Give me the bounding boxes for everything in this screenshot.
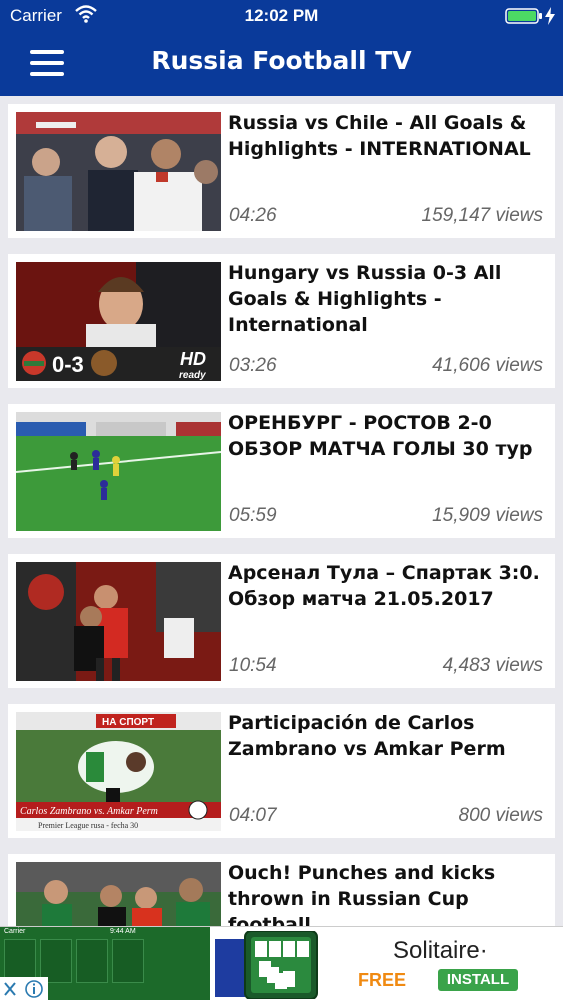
video-title: Russia vs Chile - All Goals & Highlights… xyxy=(228,112,531,160)
video-views: 41,606 views xyxy=(432,355,543,376)
video-card[interactable]: Russia vs Chile - All Goals & Highlights… xyxy=(8,104,555,238)
ad-preview-time: 9:44 AM xyxy=(110,928,136,935)
video-card[interactable]: НА СПОРТ Carlos Zambrano vs. Amkar Perm … xyxy=(8,704,555,838)
video-duration: 05:59 xyxy=(229,505,277,526)
ad-title: Solitaire· xyxy=(393,937,488,964)
video-views: 159,147 views xyxy=(421,205,543,226)
thumbnail-score: 0-3 xyxy=(52,352,84,377)
video-thumbnail[interactable] xyxy=(16,412,221,531)
video-list[interactable]: Russia vs Chile - All Goals & Highlights… xyxy=(0,96,563,926)
video-title: Ouch! Punches and kicks thrown in Russia… xyxy=(228,862,496,926)
thumbnail-banner: НА СПОРТ xyxy=(102,717,154,728)
nav-bar: Russia Football TV xyxy=(0,32,563,96)
video-views: 4,483 views xyxy=(442,655,543,676)
video-card[interactable]: 0-3 HD ready Hungary vs Russia 0-3 All G… xyxy=(8,254,555,388)
ad-cards-art xyxy=(215,931,318,999)
hd-ready-badge: ready xyxy=(179,370,206,381)
video-title: ОРЕНБУРГ - РОСТОВ 2-0 ОБЗОР МАТЧА ГОЛЫ 3… xyxy=(228,412,533,460)
video-thumbnail[interactable] xyxy=(16,112,221,231)
ad-info-close[interactable] xyxy=(0,977,48,1000)
ad-banner[interactable]: Carrier 9:44 AM Solitaire· FREE INSTALL xyxy=(0,926,563,1000)
thumbnail-caption: Carlos Zambrano vs. Amkar Perm xyxy=(20,806,158,817)
page-title: Russia Football TV xyxy=(151,46,412,75)
video-title: Арсенал Тула – Спартак 3:0. Обзор матча … xyxy=(228,562,540,610)
video-card[interactable]: Ouch! Punches and kicks thrown in Russia… xyxy=(8,854,555,926)
video-thumbnail[interactable] xyxy=(16,562,221,681)
video-duration: 04:07 xyxy=(229,805,277,826)
video-title: Participación de Carlos Zambrano vs Amka… xyxy=(228,712,506,760)
ad-free-label: FREE xyxy=(358,970,407,990)
hd-badge: HD xyxy=(180,349,206,369)
video-thumbnail[interactable]: НА СПОРТ Carlos Zambrano vs. Amkar Perm … xyxy=(16,712,221,831)
video-card[interactable]: ОРЕНБУРГ - РОСТОВ 2-0 ОБЗОР МАТЧА ГОЛЫ 3… xyxy=(8,404,555,538)
video-duration: 10:54 xyxy=(229,655,277,676)
video-thumbnail[interactable] xyxy=(16,862,221,926)
video-duration: 04:26 xyxy=(229,205,277,226)
video-card[interactable]: Арсенал Тула – Спартак 3:0. Обзор матча … xyxy=(8,554,555,688)
clock: 12:02 PM xyxy=(244,6,319,25)
thumbnail-subcaption: Premier League rusa - fecha 30 xyxy=(38,821,138,830)
video-views: 800 views xyxy=(458,805,544,826)
battery-icon xyxy=(505,8,542,24)
video-thumbnail[interactable]: 0-3 HD ready xyxy=(16,262,221,381)
video-duration: 03:26 xyxy=(229,355,277,376)
status-bar: Carrier 12:02 PM xyxy=(0,0,563,32)
charging-bolt-icon xyxy=(545,7,555,25)
video-views: 15,909 views xyxy=(432,505,543,526)
ad-preview-carrier: Carrier xyxy=(4,928,26,935)
video-title: Hungary vs Russia 0-3 All Goals & Highli… xyxy=(228,262,502,336)
ad-install-button[interactable]: INSTALL xyxy=(438,969,518,991)
